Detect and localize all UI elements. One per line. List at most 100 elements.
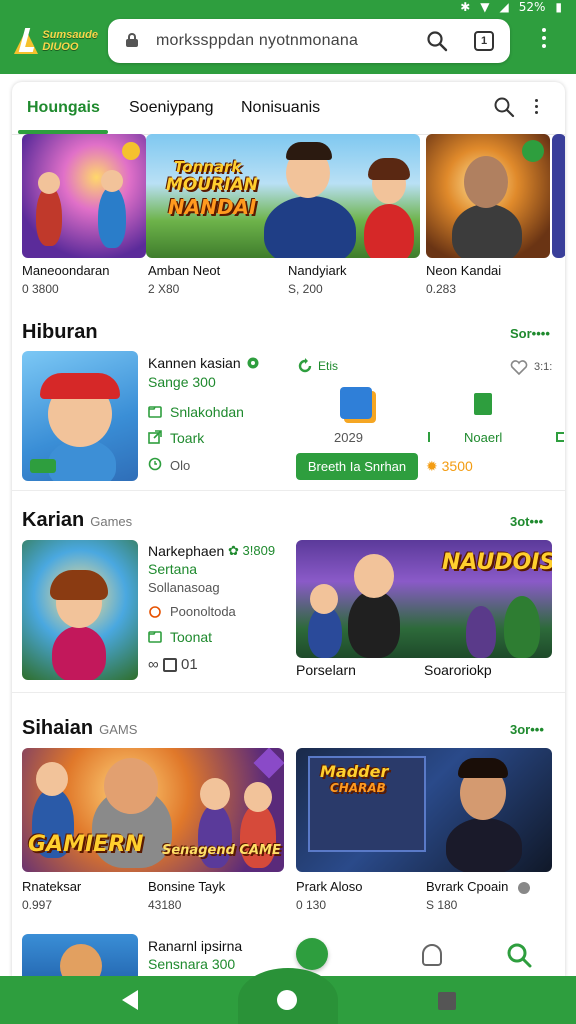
karian-line4: Toonat: [170, 629, 213, 645]
back-icon[interactable]: [122, 990, 138, 1010]
section-subtitle: GAMS: [99, 722, 138, 737]
gear-icon: ✿: [228, 543, 239, 558]
sihaian-title: Bvrark Cpoain: [426, 879, 509, 894]
info-icon: [518, 882, 530, 894]
tab-nonisuanis[interactable]: Nonisuanis: [241, 99, 320, 117]
bluetooth-icon: ✱: [460, 0, 471, 14]
overflow-menu-button[interactable]: [535, 99, 538, 114]
search-icon[interactable]: [426, 30, 448, 52]
battery-icon: ▮: [555, 0, 562, 14]
category-tabs: Houngais Soeniypang Nonisuanis: [12, 82, 565, 134]
featured-title: Amban Neot: [148, 263, 221, 278]
link-icon: ∞: [148, 656, 159, 673]
featured-thumb-3[interactable]: [426, 134, 550, 258]
sihaian-count: S 180: [426, 898, 458, 912]
heart-icon[interactable]: [510, 360, 528, 376]
tab-houngais[interactable]: Houngais: [27, 99, 100, 117]
featured-badge-icon: [522, 140, 544, 162]
tab-soeniypang[interactable]: Soeniypang: [129, 99, 214, 117]
hiburan-year: 2029: [334, 430, 363, 445]
featured-banner[interactable]: Tonnark MOURIAN NANDAI: [146, 134, 420, 258]
star-icon: ✹: [426, 458, 438, 474]
karian-game-name[interactable]: Narkephaen: [148, 543, 224, 559]
fire-icon: [149, 606, 161, 618]
battery-level: 52%: [518, 0, 546, 14]
clock-icon: [148, 457, 162, 471]
sihaian-title: Rnateksar: [22, 879, 82, 894]
phone-icon[interactable]: [296, 938, 328, 970]
sihaian-banner-2[interactable]: Madder CHARAB: [296, 748, 552, 872]
section-title-sihaian: Sihaian GAMS: [22, 717, 138, 739]
notification-icon[interactable]: [422, 944, 442, 966]
karian-tags: ∞ 01: [148, 656, 198, 673]
karian-line3: Poonoltoda: [170, 604, 236, 619]
lock-icon: [126, 33, 138, 47]
hero-figure: [264, 196, 356, 258]
search-icon[interactable]: [493, 96, 515, 118]
featured-thumb-1[interactable]: [22, 134, 146, 258]
list-icon: [162, 658, 177, 673]
featured-banner-title-3: NANDAI: [168, 195, 257, 219]
sihaian-title: Bonsine Tayk: [148, 879, 226, 894]
sihaian-title: Prark Aloso: [296, 879, 363, 894]
hiburan-line1: Snlakohdan: [170, 404, 244, 420]
signal-icon: ◢: [499, 0, 509, 14]
external-link-icon: [148, 430, 162, 444]
featured-count: 2 X80: [148, 282, 180, 296]
see-more-link[interactable]: 3ot•••: [510, 514, 543, 529]
tab-switcher-button[interactable]: 1: [474, 31, 494, 51]
sihaian-banner-1[interactable]: GAMIERN Senagend CAME: [22, 748, 284, 872]
section-divider: [12, 490, 565, 491]
see-more-link[interactable]: Sor••••: [510, 326, 550, 341]
featured-title: Maneoondaran: [22, 263, 110, 278]
sihaian-banner-2-title-1: Madder: [320, 762, 389, 781]
bottom-game-thumb[interactable]: [22, 934, 138, 977]
hiburan-line3: Olo: [170, 458, 191, 473]
hiburan-price: ✹ 3500: [426, 458, 473, 474]
address-bar[interactable]: morkssppdan nyotnmonana 1: [108, 19, 510, 63]
section-divider: [12, 692, 565, 693]
sihaian-count: 43180: [148, 898, 182, 912]
game-cube-icon: [340, 387, 372, 419]
hiburan-line2: Toark: [170, 430, 205, 446]
system-nav-bar: [0, 968, 576, 1024]
see-more-link[interactable]: 3or•••: [510, 722, 544, 737]
search-icon[interactable]: [506, 942, 532, 968]
hiburan-badge-label: Etis: [318, 359, 339, 373]
featured-banner-title-2: MOURIAN: [166, 175, 258, 195]
section-subtitle: Games: [90, 514, 133, 529]
edge-icon: [556, 432, 564, 442]
sihaian-banner-1-sub: Senagend CAME: [162, 843, 281, 858]
home-icon[interactable]: [277, 990, 297, 1010]
hiburan-game-name[interactable]: Kannen kasian: [148, 355, 241, 371]
featured-thumb-4-partial[interactable]: [552, 134, 565, 258]
heroine-figure: [364, 204, 414, 258]
app-logo[interactable]: Sumsaude DIUOO: [14, 22, 98, 60]
hiburan-action-button[interactable]: Breeth Ia Snrhan: [296, 453, 418, 480]
section-title-karian: Karian Games: [22, 509, 133, 531]
karian-game-thumb[interactable]: [22, 540, 138, 680]
sihaian-banner-2-title-2: CHARAB: [330, 781, 386, 795]
verified-gear-icon: [247, 357, 259, 369]
separator-mark: [428, 432, 430, 442]
featured-count: 0 3800: [22, 282, 59, 296]
bottom-game-sub: Sensnara 300: [148, 956, 236, 972]
wifi-icon: ▼: [480, 0, 490, 14]
bottom-game-name[interactable]: Ranarnl ipsirna: [148, 938, 242, 954]
document-icon: [474, 393, 492, 415]
karian-caption: Soaroriokp: [424, 662, 492, 678]
section-title-hiburan: Hiburan: [22, 321, 98, 343]
featured-count: 0.283: [426, 282, 457, 296]
hiburan-game-thumb[interactable]: [22, 351, 138, 481]
logo-mark-icon: [14, 26, 40, 56]
karian-wide-banner[interactable]: NAUDOIS: [296, 540, 552, 658]
url-text[interactable]: morkssppdan nyotnmonana: [156, 32, 358, 50]
browser-menu-button[interactable]: [536, 28, 552, 56]
recents-icon[interactable]: [438, 992, 456, 1010]
folder-icon: [148, 406, 162, 418]
badge-icon: [122, 142, 140, 160]
hiburan-rating: Sange 300: [148, 374, 216, 390]
sihaian-count: 0.997: [22, 898, 53, 912]
karian-line2: Sollanasoag: [148, 580, 220, 595]
karian-caption: Porselarn: [296, 662, 356, 678]
